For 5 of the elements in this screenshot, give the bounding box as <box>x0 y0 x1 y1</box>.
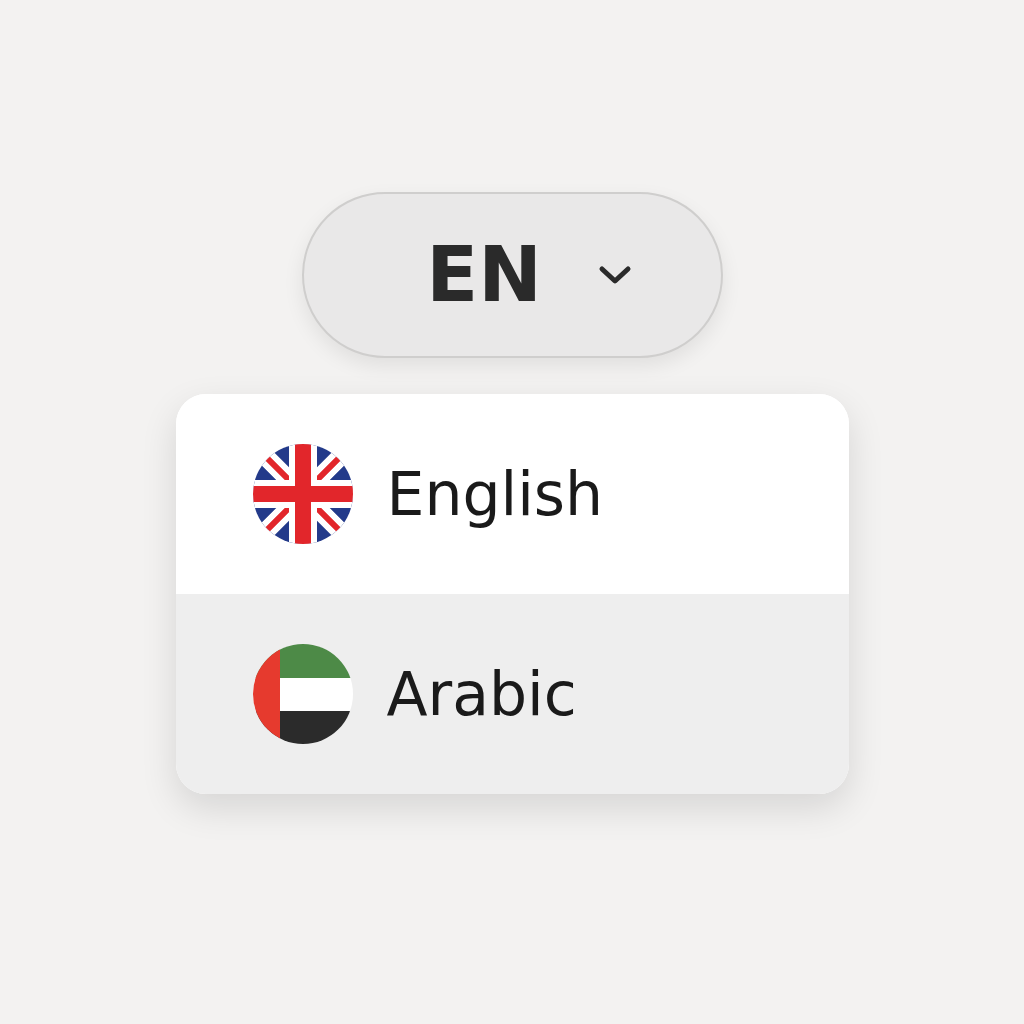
flag-icon <box>252 644 353 744</box>
chevron-down-icon <box>597 265 632 285</box>
language-option[interactable]: English <box>175 394 849 594</box>
language-option[interactable]: Arabic <box>175 594 849 794</box>
language-dropdown-button[interactable]: EN <box>301 192 723 358</box>
